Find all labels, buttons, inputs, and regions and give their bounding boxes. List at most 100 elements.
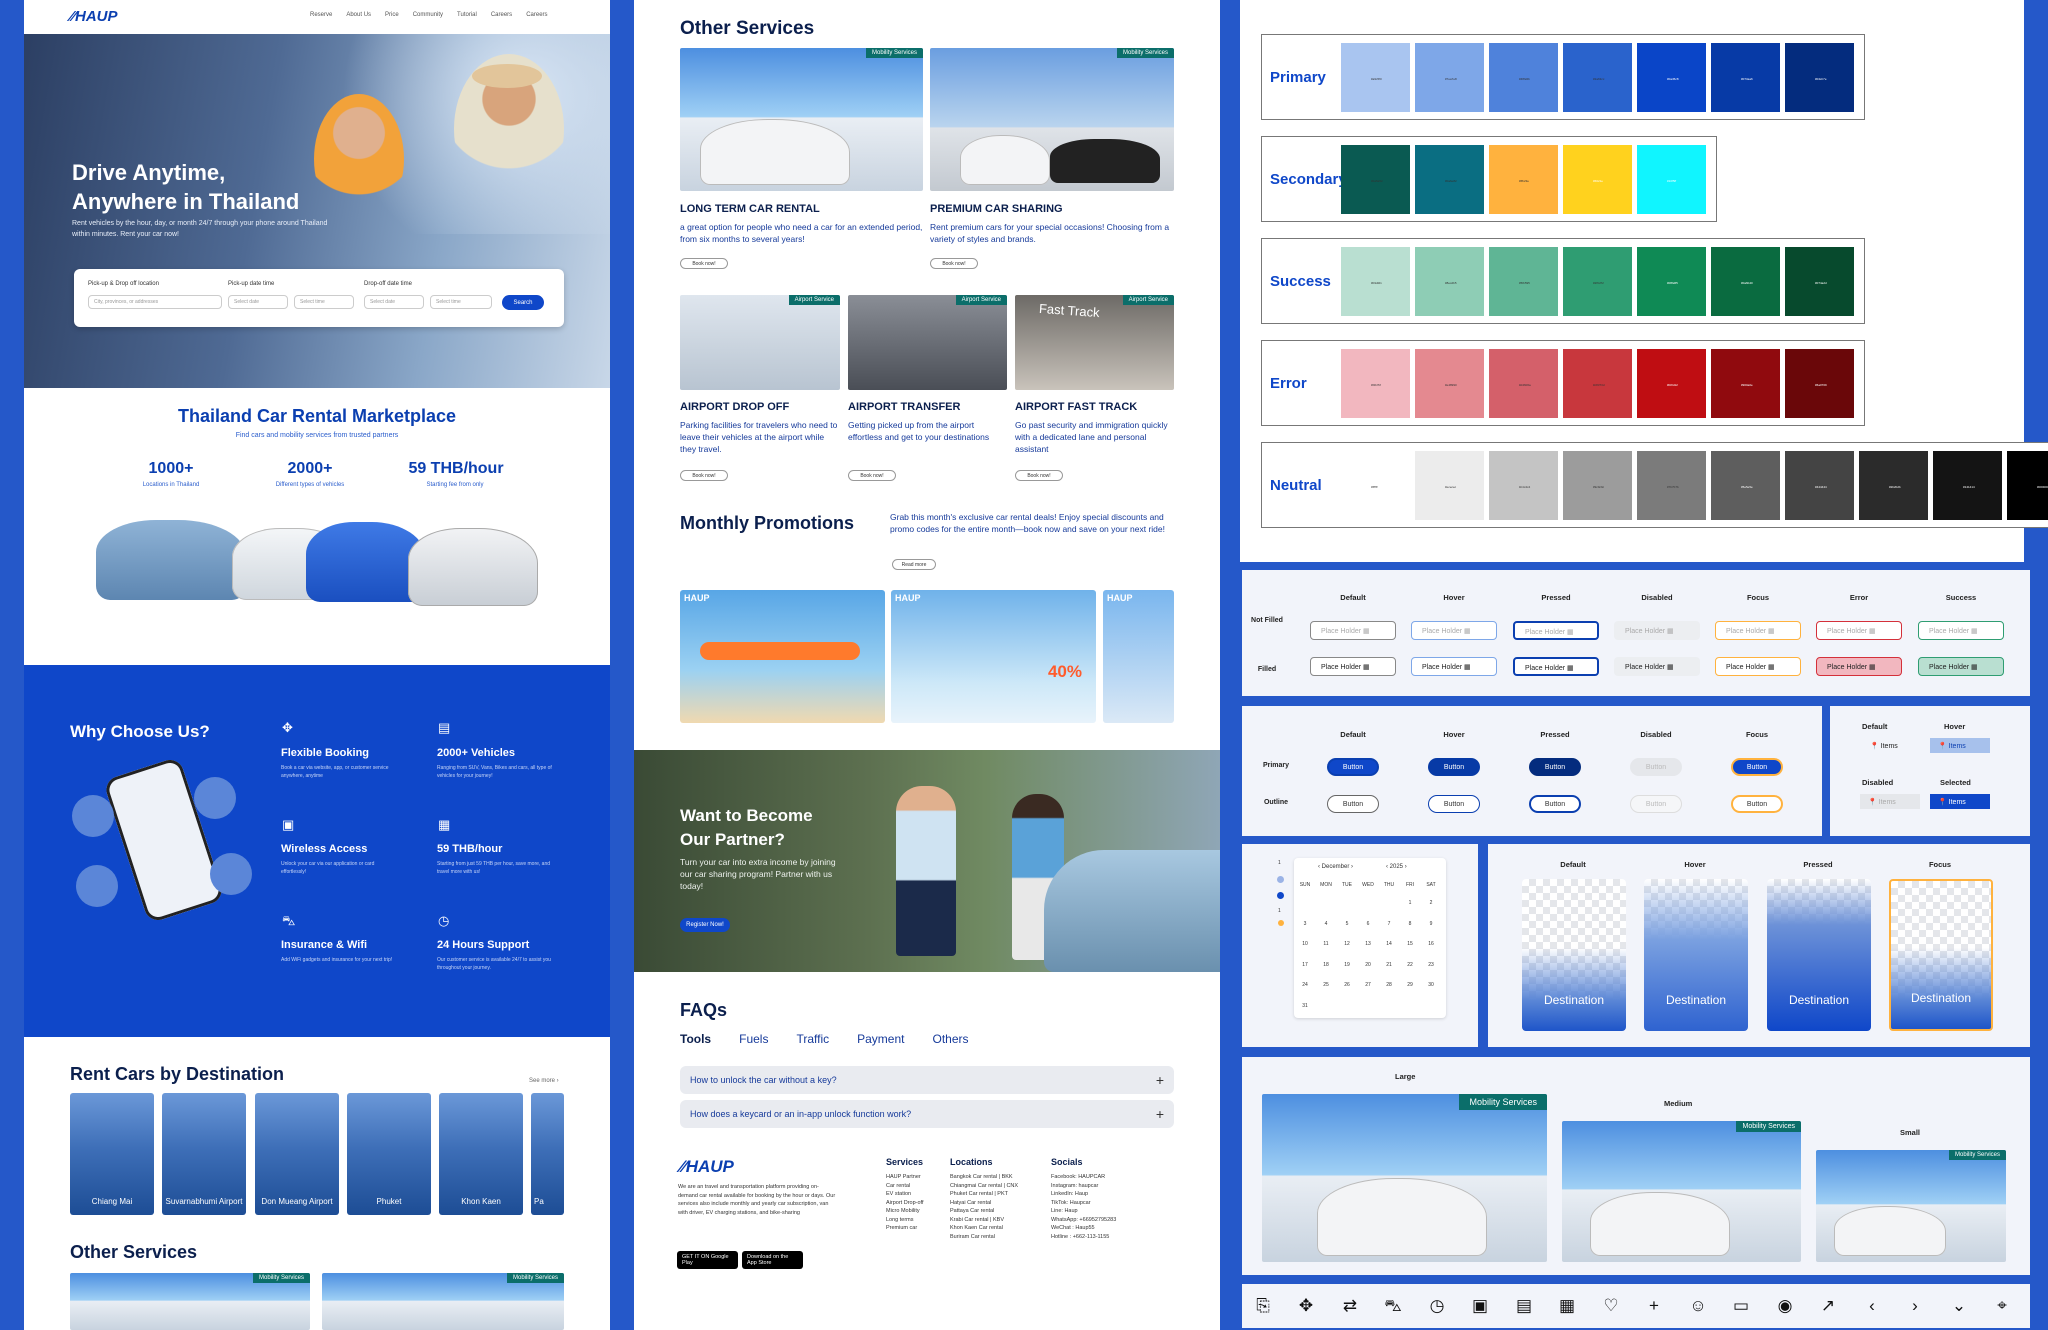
calendar-day[interactable]: 15 [1403,941,1417,947]
promo-banner-1[interactable]: HAUP [680,590,885,723]
text-input-error[interactable]: Place Holder ▦ [1816,657,1902,676]
menu-item-hover[interactable]: 📍 Items [1930,738,1990,753]
footer-link[interactable]: LinkedIn: Haup [1051,1190,1116,1199]
calendar-day[interactable]: 12 [1340,941,1354,947]
app-store-badge[interactable]: Download on the App Store [742,1251,803,1269]
calendar-day[interactable]: 30 [1424,982,1438,988]
footer-link[interactable]: HAUP Partner [886,1173,924,1182]
footer-link[interactable]: Micro Mobility [886,1207,924,1216]
nav-careers[interactable]: Careers [491,12,512,18]
footer-link[interactable]: Phuket Car rental | PKT [950,1190,1018,1199]
footer-link[interactable]: WhatsApp: +66952795283 [1051,1216,1116,1225]
outline-button-default[interactable]: Button [1327,795,1379,813]
outline-button-pressed[interactable]: Button [1529,795,1581,813]
calendar-day[interactable]: 24 [1298,982,1312,988]
footer-link[interactable]: Facebook: HAUPCAR [1051,1173,1116,1182]
primary-button-focus[interactable]: Button [1731,758,1783,776]
menu-item-default[interactable]: 📍 Items [1870,742,1898,750]
calendar-day[interactable]: 20 [1361,962,1375,968]
text-input-hover[interactable]: Place Holder ▦ [1411,621,1497,640]
calendar-day[interactable]: 17 [1298,962,1312,968]
pickup-date-input[interactable]: Select date [228,295,288,309]
google-play-badge[interactable]: GET IT ON Google Play [677,1251,738,1269]
service-image-airport-transfer[interactable]: Airport Service [848,295,1007,390]
book-now-button[interactable]: Book now! [848,470,896,481]
read-more-button[interactable]: Read more [892,559,936,570]
dest-card-don-mueang[interactable]: Don Mueang Airport [255,1093,339,1215]
text-input-error[interactable]: Place Holder ▦ [1816,621,1902,640]
search-button[interactable]: Search [502,295,544,310]
book-now-button[interactable]: Book now! [680,258,728,269]
calendar-day[interactable]: 5 [1340,921,1354,927]
dropoff-time-select[interactable]: Select time [430,295,492,309]
faq-item[interactable]: How to unlock the car without a key? + [680,1066,1174,1094]
text-input-success[interactable]: Place Holder ▦ [1918,621,2004,640]
calendar-day[interactable]: 1 [1403,900,1417,906]
calendar-day[interactable]: 31 [1298,1003,1312,1009]
nav-community[interactable]: Community [413,12,443,18]
faq-tab-payment[interactable]: Payment [857,1032,904,1046]
calendar-day[interactable]: 22 [1403,962,1417,968]
text-input-hover[interactable]: Place Holder ▦ [1411,657,1497,676]
faq-tab-traffic[interactable]: Traffic [796,1032,829,1046]
menu-item-selected[interactable]: 📍 Items [1930,794,1990,809]
calendar-month[interactable]: ‹ December › [1318,864,1353,870]
footer-link[interactable]: Hotline : +662-113-1155 [1051,1233,1116,1242]
dest-card-default[interactable]: Destination [1522,879,1626,1031]
faq-tab-fuels[interactable]: Fuels [739,1032,768,1046]
footer-link[interactable]: Bangkok Car rental | BKK [950,1173,1018,1182]
dropoff-date-input[interactable]: Select date [364,295,424,309]
register-now-button[interactable]: Register Now! [680,918,730,932]
dest-card-focus[interactable]: Destination [1889,879,1993,1031]
calendar-day[interactable]: 8 [1403,921,1417,927]
footer-link[interactable]: Hatyai Car rental [950,1199,1018,1208]
text-input-focus[interactable]: Place Holder ▦ [1715,657,1801,676]
footer-link[interactable]: Line: Haup [1051,1207,1116,1216]
calendar-day[interactable]: 18 [1319,962,1333,968]
footer-link[interactable]: Long terms [886,1216,924,1225]
calendar-day[interactable]: 21 [1382,962,1396,968]
book-now-button[interactable]: Book now! [680,470,728,481]
left-service-card-1[interactable]: Mobility Services [70,1273,310,1330]
text-input-pressed[interactable]: Place Holder ▦ [1513,621,1599,640]
location-input[interactable]: City, provinces, or addresses [88,295,222,309]
nav-tutorial[interactable]: Tutorial [457,12,477,18]
calendar-day[interactable]: 10 [1298,941,1312,947]
footer-link[interactable]: TikTok: Haupcar [1051,1199,1116,1208]
outline-button-hover[interactable]: Button [1428,795,1480,813]
logo[interactable]: ⁄⁄HAUP [70,8,118,25]
footer-link[interactable]: Khon Kaen Car rental [950,1224,1018,1233]
footer-link[interactable]: EV station [886,1190,924,1199]
book-now-button[interactable]: Book now! [930,258,978,269]
footer-link[interactable]: Instagram: haupcar [1051,1182,1116,1191]
text-input-pressed[interactable]: Place Holder ▦ [1513,657,1599,676]
service-image-premium[interactable]: Mobility Services [930,48,1174,191]
footer-link[interactable]: Airport Drop-off [886,1199,924,1208]
footer-link[interactable]: Premium car [886,1224,924,1233]
dest-card-suvarnabhumi[interactable]: Suvarnabhumi Airport [162,1093,246,1215]
primary-button-default[interactable]: Button [1327,758,1379,776]
faq-item[interactable]: How does a keycard or an in-app unlock f… [680,1100,1174,1128]
service-image-long-term[interactable]: Mobility Services [680,48,923,191]
nav-careers-2[interactable]: Careers [526,12,547,18]
calendar-day[interactable]: 13 [1361,941,1375,947]
service-image-airport-drop[interactable]: Airport Service [680,295,840,390]
dest-card-chiang-mai[interactable]: Chiang Mai [70,1093,154,1215]
dest-card-partial[interactable]: Pa [531,1093,564,1215]
nav-about[interactable]: About Us [346,12,371,18]
primary-button-pressed[interactable]: Button [1529,758,1581,776]
card-large[interactable]: Mobility Services [1262,1094,1547,1262]
nav-reserve[interactable]: Reserve [310,12,332,18]
calendar-day[interactable]: 28 [1382,982,1396,988]
text-input-default[interactable]: Place Holder ▦ [1310,621,1396,640]
footer-link[interactable]: Pattaya Car rental [950,1207,1018,1216]
footer-link[interactable]: Car rental [886,1182,924,1191]
footer-link[interactable]: Krabi Car rental | KBV [950,1216,1018,1225]
nav-price[interactable]: Price [385,12,399,18]
faq-tab-others[interactable]: Others [932,1032,968,1046]
dest-card-hover[interactable]: Destination [1644,879,1748,1031]
footer-link[interactable]: WeChat : Haup55 [1051,1224,1116,1233]
calendar-day[interactable]: 27 [1361,982,1375,988]
book-now-button[interactable]: Book now! [1015,470,1063,481]
calendar-day[interactable]: 19 [1340,962,1354,968]
